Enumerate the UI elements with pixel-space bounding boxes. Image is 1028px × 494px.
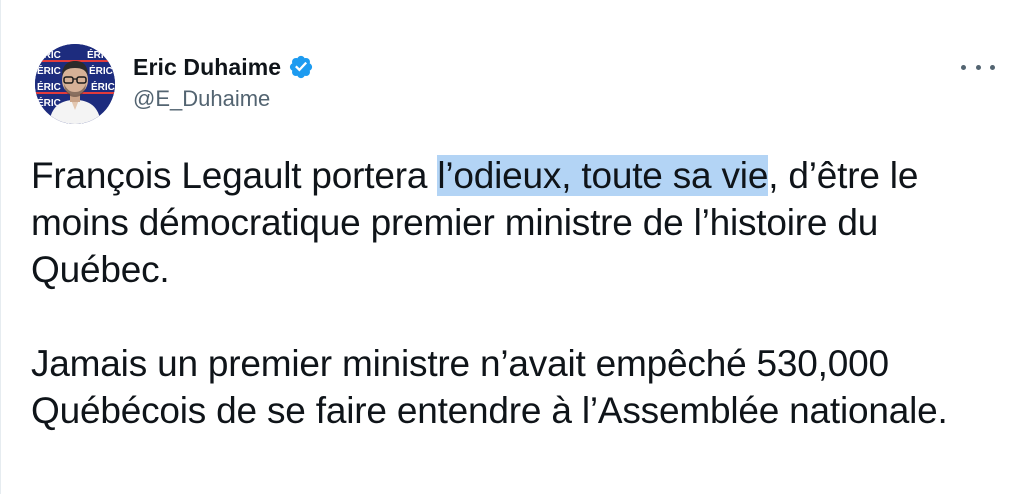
svg-text:ÉRIC: ÉRIC — [89, 64, 113, 77]
tweet-card: ÉRIC ÉRIC ÉRIC ÉRIC ÉRIC ÉRIC ÉRIC Eric … — [0, 0, 1028, 494]
tweet-text: François Legault portera l’odieux, toute… — [31, 152, 1011, 434]
dot — [975, 64, 981, 70]
author-name[interactable]: Eric Duhaime — [133, 54, 281, 81]
svg-text:ÉRIC: ÉRIC — [37, 48, 61, 61]
more-options-icon[interactable] — [961, 54, 995, 80]
dot — [961, 64, 966, 70]
author-handle[interactable]: @E_Duhaime — [133, 86, 270, 112]
svg-text:ÉRIC: ÉRIC — [37, 80, 61, 93]
selected-text: l’odieux, toute sa vie — [437, 155, 769, 196]
author-name-row[interactable]: Eric Duhaime — [133, 52, 314, 82]
avatar-photo: ÉRIC ÉRIC ÉRIC ÉRIC ÉRIC ÉRIC ÉRIC — [35, 44, 115, 124]
tweet-text-start: François Legault portera — [31, 155, 438, 196]
tweet-paragraph-1: François Legault portera l’odieux, toute… — [31, 152, 1011, 293]
verified-badge-icon — [290, 55, 313, 79]
dot — [990, 64, 995, 70]
svg-text:ÉRIC: ÉRIC — [87, 48, 111, 61]
avatar[interactable]: ÉRIC ÉRIC ÉRIC ÉRIC ÉRIC ÉRIC ÉRIC — [35, 44, 115, 124]
tweet-paragraph-2: Jamais un premier ministre n’avait empêc… — [31, 343, 948, 431]
svg-text:ÉRIC: ÉRIC — [37, 64, 61, 77]
svg-text:ÉRIC: ÉRIC — [91, 80, 115, 93]
